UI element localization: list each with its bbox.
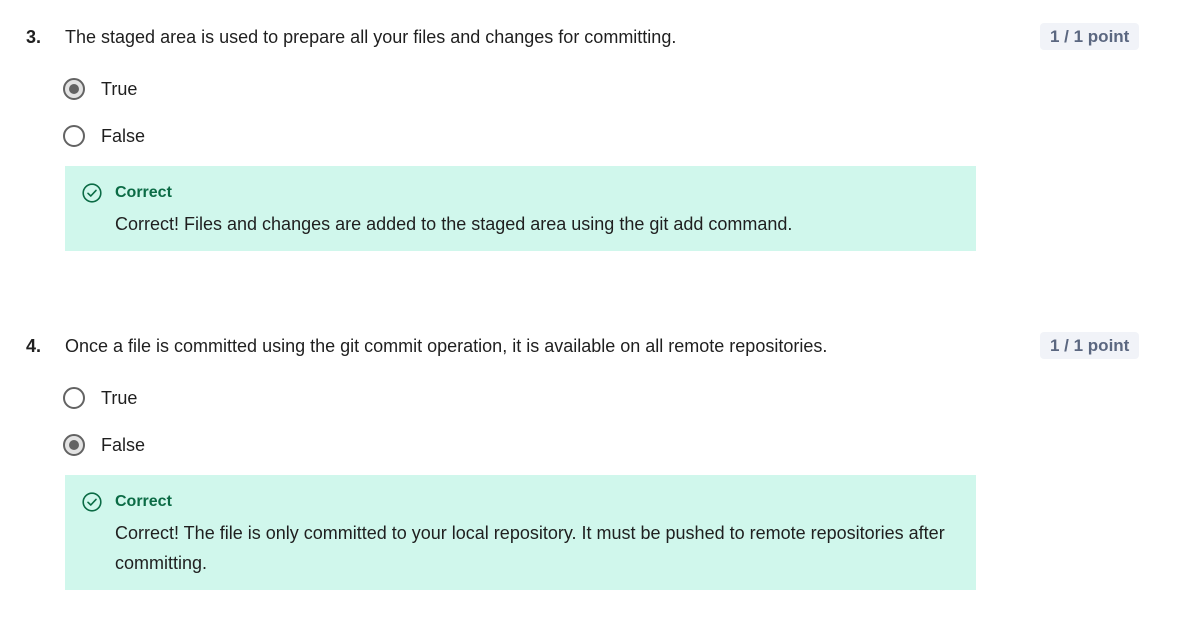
option-true[interactable]: True bbox=[63, 75, 137, 103]
feedback-status: Correct bbox=[115, 493, 172, 510]
radio-button[interactable] bbox=[63, 387, 85, 409]
feedback-panel: Correct Correct! The file is only commit… bbox=[65, 475, 976, 590]
question-number: 3. bbox=[26, 27, 42, 47]
option-label: True bbox=[101, 78, 138, 99]
question-text: Once a file is committed using the git c… bbox=[65, 336, 828, 356]
option-label: False bbox=[101, 125, 146, 146]
question-text: The staged area is used to prepare all y… bbox=[65, 27, 677, 47]
option-false[interactable]: False bbox=[63, 122, 145, 150]
option-label: True bbox=[101, 387, 138, 408]
question-number: 4. bbox=[26, 336, 42, 356]
radio-button[interactable] bbox=[63, 125, 85, 147]
feedback-panel: Correct Correct! Files and changes are a… bbox=[65, 166, 976, 251]
feedback-message: Correct! Files and changes are added to … bbox=[115, 214, 793, 234]
radio-button-selected[interactable] bbox=[63, 434, 85, 456]
option-label: False bbox=[101, 434, 146, 455]
check-circle-icon bbox=[82, 492, 102, 512]
option-true[interactable]: True bbox=[63, 384, 137, 412]
feedback-message: Correct! The file is only committed to y… bbox=[115, 523, 945, 573]
option-false[interactable]: False bbox=[63, 431, 145, 459]
check-circle-icon bbox=[82, 183, 102, 203]
points-badge: 1 / 1 point bbox=[1040, 332, 1140, 359]
feedback-status: Correct bbox=[115, 184, 172, 201]
radio-button-selected[interactable] bbox=[63, 78, 85, 100]
points-badge: 1 / 1 point bbox=[1040, 23, 1140, 50]
